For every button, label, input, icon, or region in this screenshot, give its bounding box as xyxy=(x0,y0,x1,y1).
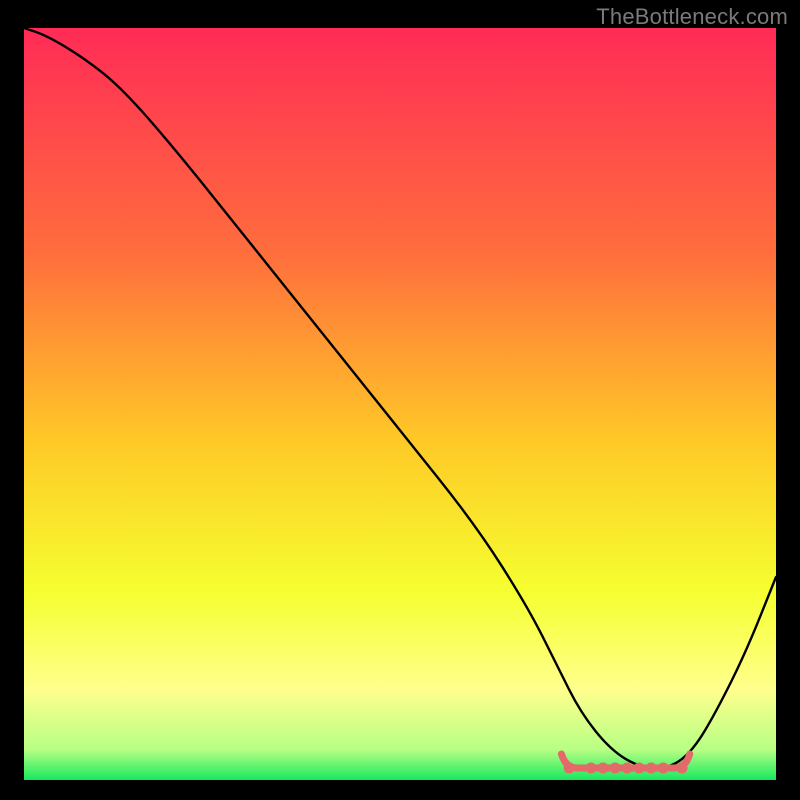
optimal-range-dot xyxy=(658,762,669,773)
optimal-range-dot xyxy=(622,762,633,773)
watermark-text: TheBottleneck.com xyxy=(596,4,788,30)
optimal-range-dot xyxy=(677,762,688,773)
optimal-range-dot xyxy=(586,762,597,773)
chart-frame: TheBottleneck.com xyxy=(0,0,800,800)
chart-plot xyxy=(24,28,776,780)
optimal-range-dot xyxy=(610,762,621,773)
optimal-range-dot xyxy=(598,762,609,773)
chart-svg xyxy=(24,28,776,780)
optimal-range-dot xyxy=(564,762,575,773)
optimal-range-dot xyxy=(646,762,657,773)
gradient-bg xyxy=(24,28,776,780)
optimal-range-dot xyxy=(634,762,645,773)
